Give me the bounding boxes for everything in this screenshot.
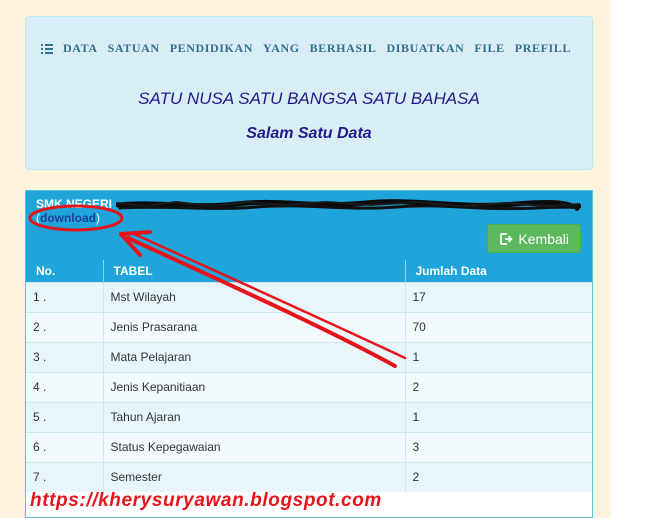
cell-no: 4 .: [26, 371, 104, 402]
cell-no: 3 .: [26, 341, 104, 372]
panel-header: SMK NEGERI (download) Kembali: [26, 191, 592, 260]
cell-no: 1 .: [26, 281, 104, 312]
table-row: 3 . Mata Pelajaran 1: [26, 341, 592, 372]
cell-tabel: Mst Wilayah: [103, 281, 406, 312]
cell-no: 6 .: [26, 431, 104, 462]
table-row: 1 . Mst Wilayah 17: [26, 281, 592, 312]
info-panel: DATA SATUAN PENDIDIKAN YANG BERHASIL DIB…: [25, 16, 593, 170]
cell-jumlah: 70: [405, 311, 592, 342]
cell-jumlah: 2: [405, 371, 592, 402]
cell-jumlah: 17: [405, 281, 592, 312]
table-row: 6 . Status Kepegawaian 3: [26, 431, 592, 462]
cell-no: 5 .: [26, 401, 104, 432]
column-header-jumlah: Jumlah Data: [405, 260, 592, 282]
list-icon: [41, 43, 53, 54]
back-button[interactable]: Kembali: [487, 224, 581, 253]
motto-text: SATU NUSA SATU BANGSA SATU BAHASA: [138, 89, 480, 108]
download-paren-close: ): [96, 211, 100, 225]
back-button-label: Kembali: [518, 230, 569, 247]
cell-tabel: Jenis Prasarana: [103, 311, 406, 342]
cell-tabel: Semester: [103, 461, 406, 492]
table-row: 2 . Jenis Prasarana 70: [26, 311, 592, 342]
cell-tabel: Jenis Kepanitiaan: [103, 371, 406, 402]
download-wrap: (download): [36, 211, 100, 225]
info-heading: DATA SATUAN PENDIDIKAN YANG BERHASIL DIB…: [41, 41, 571, 56]
data-table: No. TABEL Jumlah Data 1 . Mst Wilayah 17…: [26, 260, 592, 492]
heading-word: FILE: [474, 41, 505, 55]
column-header-no: No.: [26, 260, 104, 282]
heading-word: DIBUATKAN: [386, 41, 465, 55]
cell-no: 2 .: [26, 311, 104, 342]
table-row: 7 . Semester 2: [26, 461, 592, 492]
table-row: 5 . Tahun Ajaran 1: [26, 401, 592, 432]
download-link[interactable]: download: [40, 211, 96, 225]
heading-word: YANG: [263, 41, 300, 55]
table-header-row: No. TABEL Jumlah Data: [26, 260, 592, 282]
heading-word: DATA: [63, 41, 98, 55]
cell-no: 7 .: [26, 461, 104, 492]
cell-jumlah: 3: [405, 431, 592, 462]
sign-out-icon: [500, 232, 514, 245]
cell-tabel: Tahun Ajaran: [103, 401, 406, 432]
watermark-url: https://kherysuryawan.blogspot.com: [30, 490, 382, 511]
heading-word: BERHASIL: [309, 41, 377, 55]
school-name: SMK NEGERI: [36, 197, 113, 211]
cell-jumlah: 2: [405, 461, 592, 492]
table-row: 4 . Jenis Kepanitiaan 2: [26, 371, 592, 402]
cell-jumlah: 1: [405, 341, 592, 372]
cell-tabel: Mata Pelajaran: [103, 341, 406, 372]
heading-word: SATUAN: [107, 41, 160, 55]
cell-jumlah: 1: [405, 401, 592, 432]
cell-tabel: Status Kepegawaian: [103, 431, 406, 462]
heading-word: PENDIDIKAN: [169, 41, 254, 55]
data-panel: SMK NEGERI (download) Kembali No. TABEL …: [25, 190, 593, 518]
greeting-text: Salam Satu Data: [246, 125, 372, 142]
redaction-scribble: [116, 199, 581, 211]
column-header-tabel: TABEL: [103, 260, 406, 282]
heading-word: PREFILL: [514, 41, 571, 55]
